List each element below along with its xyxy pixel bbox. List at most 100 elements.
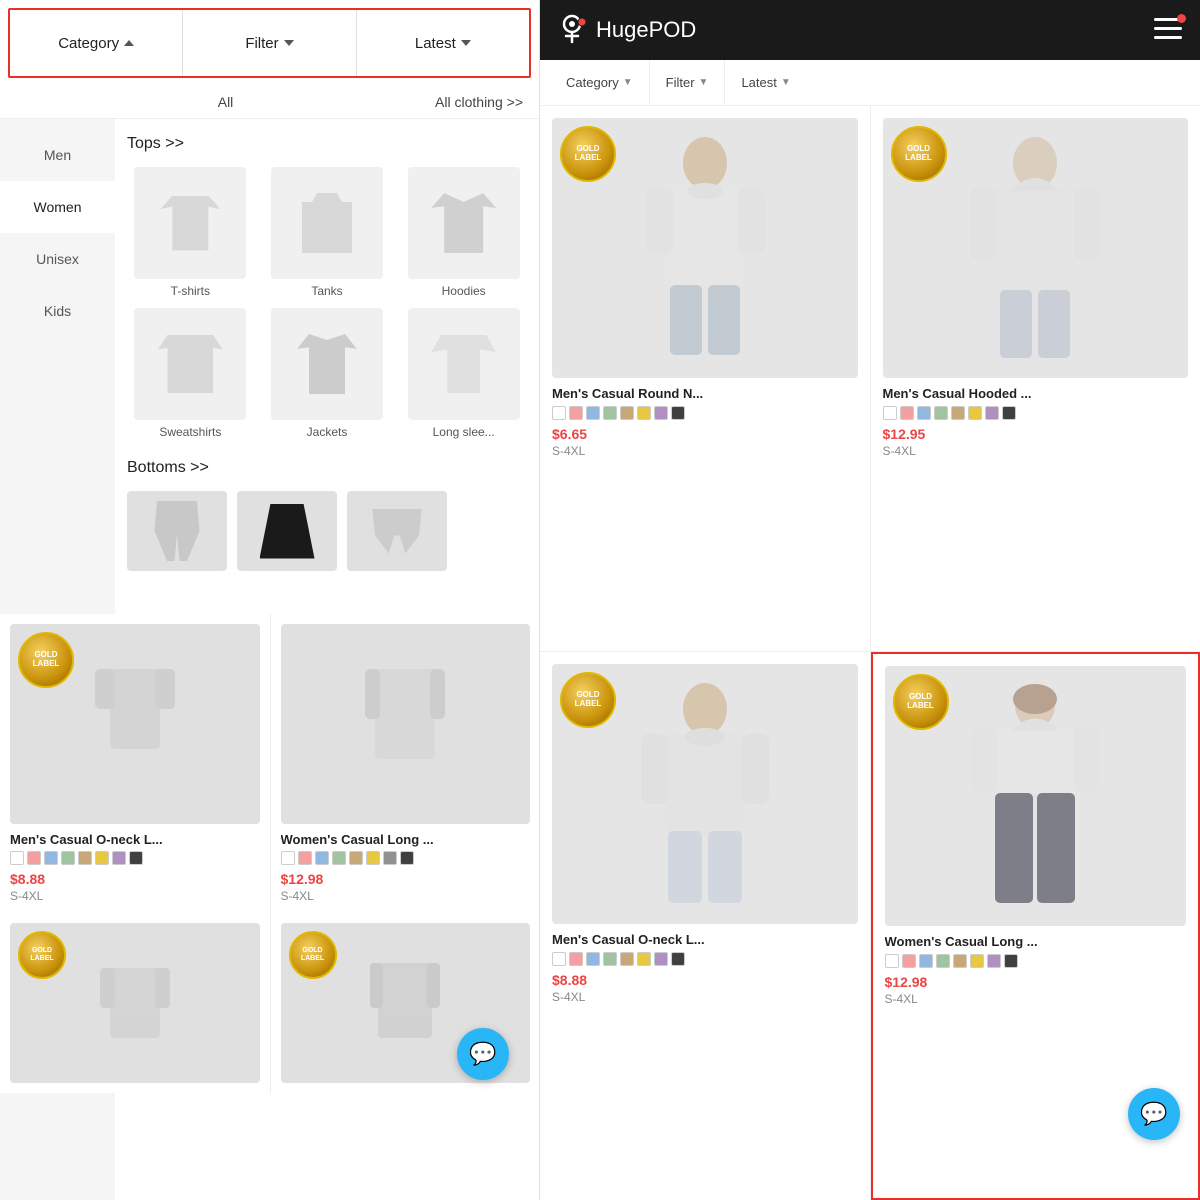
person-svg-3 bbox=[635, 679, 775, 909]
r-swatch-d2[interactable] bbox=[1002, 406, 1016, 420]
r-swatch-pu1[interactable] bbox=[654, 406, 668, 420]
all-clothing-link[interactable]: All clothing >> bbox=[435, 94, 523, 110]
swatch-yellow-2[interactable] bbox=[366, 851, 380, 865]
swatch-white-2[interactable] bbox=[281, 851, 295, 865]
latest-button[interactable]: Latest bbox=[357, 10, 529, 76]
swatch-tan-2[interactable] bbox=[349, 851, 363, 865]
r-swatch-w4[interactable] bbox=[885, 954, 899, 968]
chat-button-right[interactable]: 💬 bbox=[1128, 1088, 1180, 1140]
right-filter-button[interactable]: Filter ▼ bbox=[650, 60, 726, 105]
swatch-pink[interactable] bbox=[27, 851, 41, 865]
swatch-gray-2[interactable] bbox=[383, 851, 397, 865]
r-swatch-d3[interactable] bbox=[671, 952, 685, 966]
tank-label: Tanks bbox=[311, 284, 342, 298]
r-swatch-pu4[interactable] bbox=[987, 954, 1001, 968]
brand-logo: HugePOD bbox=[558, 14, 696, 46]
sidebar-item-unisex[interactable]: Unisex bbox=[0, 233, 115, 285]
right-category-button[interactable]: Category ▼ bbox=[550, 60, 650, 105]
sidebar-item-men[interactable]: Men bbox=[0, 129, 115, 181]
right-product-title-2: Men's Casual Hooded ... bbox=[883, 386, 1189, 401]
r-swatch-t4[interactable] bbox=[953, 954, 967, 968]
r-swatch-p2[interactable] bbox=[900, 406, 914, 420]
all-label: All bbox=[16, 94, 435, 110]
product-card-3[interactable]: GOLD LABEL bbox=[0, 913, 270, 1093]
bottoms-shorts[interactable] bbox=[347, 491, 447, 571]
product-image-1 bbox=[95, 669, 175, 779]
swatch-green[interactable] bbox=[61, 851, 75, 865]
r-swatch-b2[interactable] bbox=[917, 406, 931, 420]
bottoms-section-title[interactable]: Bottoms >> bbox=[127, 459, 527, 477]
r-swatch-w2[interactable] bbox=[883, 406, 897, 420]
r-swatch-w3[interactable] bbox=[552, 952, 566, 966]
swatch-white[interactable] bbox=[10, 851, 24, 865]
r-swatch-p3[interactable] bbox=[569, 952, 583, 966]
r-swatch-d4[interactable] bbox=[1004, 954, 1018, 968]
right-product-card-3[interactable]: GOLD LABEL Men's Casual O-neck L... bbox=[540, 652, 870, 1200]
cat-item-tanks[interactable]: Tanks bbox=[264, 167, 391, 298]
r-swatch-d1[interactable] bbox=[671, 406, 685, 420]
right-product-card-2[interactable]: GOLD LABEL bbox=[871, 106, 1200, 651]
swatch-yellow[interactable] bbox=[95, 851, 109, 865]
product-price-1: $8.88 bbox=[10, 871, 260, 887]
cat-item-sweatshirts[interactable]: Sweatshirts bbox=[127, 308, 254, 439]
right-color-swatches-3 bbox=[552, 952, 858, 966]
sidebar-item-kids[interactable]: Kids bbox=[0, 285, 115, 337]
r-swatch-g3[interactable] bbox=[603, 952, 617, 966]
bottoms-grid bbox=[127, 491, 527, 571]
r-swatch-y4[interactable] bbox=[970, 954, 984, 968]
tshirt-label: T-shirts bbox=[171, 284, 210, 298]
r-swatch-g4[interactable] bbox=[936, 954, 950, 968]
menu-button[interactable] bbox=[1154, 18, 1182, 43]
sidebar-item-women[interactable]: Women bbox=[0, 181, 115, 233]
swatch-blue[interactable] bbox=[44, 851, 58, 865]
right-product-size-2: S-4XL bbox=[883, 444, 1189, 458]
chat-button-left[interactable]: 💬 bbox=[457, 1028, 509, 1080]
r-swatch-b4[interactable] bbox=[919, 954, 933, 968]
r-swatch-w1[interactable] bbox=[552, 406, 566, 420]
right-color-swatches-1 bbox=[552, 406, 858, 420]
sweatshirt-thumbnail bbox=[134, 308, 246, 420]
r-swatch-t2[interactable] bbox=[951, 406, 965, 420]
filter-button[interactable]: Filter bbox=[183, 10, 356, 76]
r-swatch-pu2[interactable] bbox=[985, 406, 999, 420]
r-swatch-p4[interactable] bbox=[902, 954, 916, 968]
shorts-thumbnail bbox=[347, 491, 447, 571]
r-swatch-y3[interactable] bbox=[637, 952, 651, 966]
r-swatch-b3[interactable] bbox=[586, 952, 600, 966]
r-swatch-p1[interactable] bbox=[569, 406, 583, 420]
right-latest-button[interactable]: Latest ▼ bbox=[725, 60, 806, 105]
cat-item-jackets[interactable]: Jackets bbox=[264, 308, 391, 439]
right-product-card-1[interactable]: GOLD LABEL bbox=[540, 106, 870, 651]
category-button[interactable]: Category bbox=[10, 10, 183, 76]
bottoms-skirt[interactable] bbox=[237, 491, 337, 571]
right-category-arrow: ▼ bbox=[623, 77, 633, 88]
right-product-title-3: Men's Casual O-neck L... bbox=[552, 932, 858, 947]
r-swatch-b1[interactable] bbox=[586, 406, 600, 420]
r-swatch-g1[interactable] bbox=[603, 406, 617, 420]
right-product-size-4: S-4XL bbox=[885, 992, 1187, 1006]
bottoms-pants[interactable] bbox=[127, 491, 227, 571]
swatch-dark-2[interactable] bbox=[400, 851, 414, 865]
right-product-size-3: S-4XL bbox=[552, 990, 858, 1004]
swatch-purple[interactable] bbox=[112, 851, 126, 865]
r-swatch-y2[interactable] bbox=[968, 406, 982, 420]
longsleeve-thumbnail bbox=[408, 308, 520, 420]
swatch-blue-2[interactable] bbox=[315, 851, 329, 865]
filter-label: Filter bbox=[245, 35, 278, 52]
cat-item-longsleeve[interactable]: Long slee... bbox=[400, 308, 527, 439]
r-swatch-t1[interactable] bbox=[620, 406, 634, 420]
swatch-dark[interactable] bbox=[129, 851, 143, 865]
r-swatch-y1[interactable] bbox=[637, 406, 651, 420]
tops-section-title[interactable]: Tops >> bbox=[127, 135, 527, 153]
r-swatch-pu3[interactable] bbox=[654, 952, 668, 966]
swatch-tan[interactable] bbox=[78, 851, 92, 865]
r-swatch-t3[interactable] bbox=[620, 952, 634, 966]
right-filter-label: Filter bbox=[666, 75, 695, 90]
cat-item-tshirts[interactable]: T-shirts bbox=[127, 167, 254, 298]
cat-item-hoodies[interactable]: Hoodies bbox=[400, 167, 527, 298]
product-card-2[interactable]: Women's Casual Long ... $12.98 S-4XL bbox=[271, 614, 541, 913]
product-card-1[interactable]: GOLD LABEL Men's Casual O-neck L... bbox=[0, 614, 270, 913]
swatch-green-2[interactable] bbox=[332, 851, 346, 865]
r-swatch-g2[interactable] bbox=[934, 406, 948, 420]
swatch-pink-2[interactable] bbox=[298, 851, 312, 865]
